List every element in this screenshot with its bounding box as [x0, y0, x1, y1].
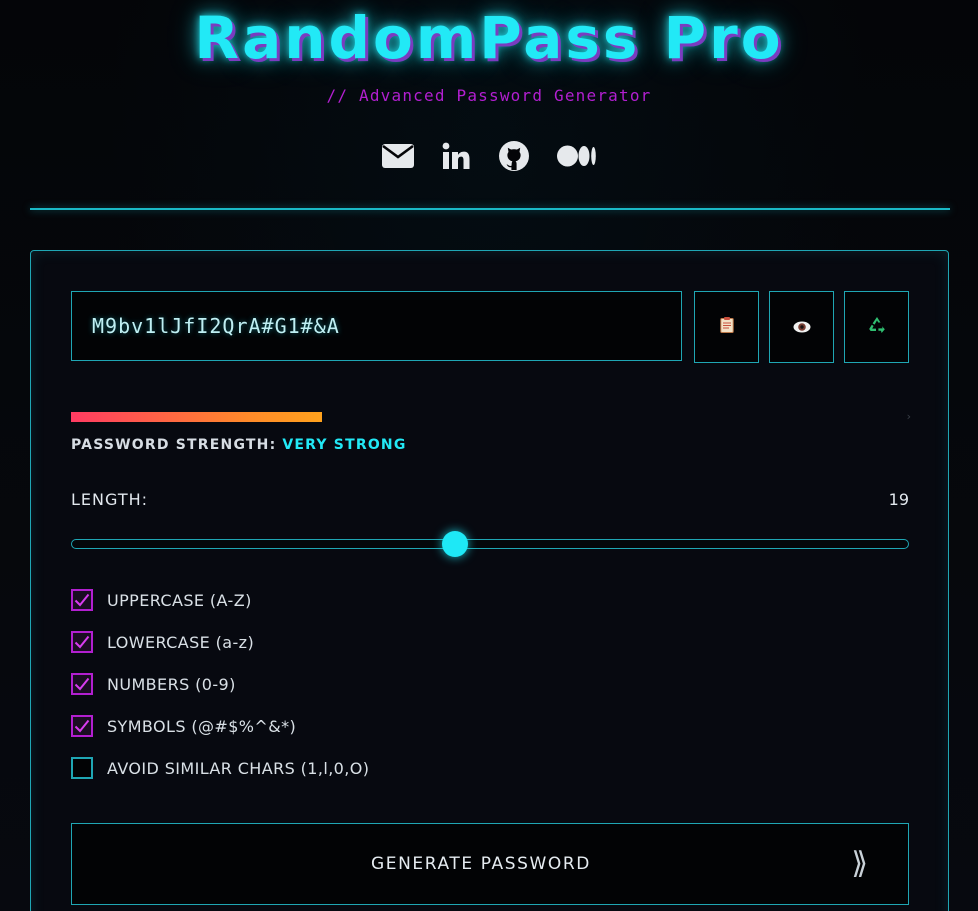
- generate-button-label: GENERATE PASSWORD: [370, 854, 591, 874]
- recycle-icon: [868, 316, 886, 338]
- numbers-checkbox[interactable]: [71, 673, 93, 695]
- length-label: LENGTH:: [71, 490, 149, 509]
- medium-link[interactable]: [557, 138, 597, 178]
- double-chevron-right-icon: ⟫: [851, 846, 868, 881]
- lowercase-checkbox[interactable]: [71, 631, 93, 653]
- strength-meter-fill: [71, 412, 323, 422]
- option-symbols[interactable]: SYMBOLS (@#$%^&*): [71, 705, 909, 747]
- option-label: AVOID SIMILAR CHARS (1,l,0,O): [107, 758, 370, 778]
- regenerate-button[interactable]: [844, 291, 909, 363]
- linkedin-icon: [442, 142, 470, 174]
- social-links: [0, 138, 978, 178]
- option-label: SYMBOLS (@#$%^&*): [107, 716, 297, 736]
- strength-label: PASSWORD STRENGTH: VERY STRONG: [71, 437, 407, 453]
- checkmark-icon: [74, 593, 90, 607]
- email-link[interactable]: [378, 138, 418, 178]
- checkmark-icon: [74, 677, 90, 691]
- length-slider-track[interactable]: [71, 539, 909, 549]
- checkmark-icon: [74, 635, 90, 649]
- options-list: UPPERCASE (A-Z) LOWERCASE (a-z) NUMBERS …: [71, 579, 909, 789]
- github-icon: [498, 140, 530, 176]
- checkmark-icon: [74, 719, 90, 733]
- avoid-similar-checkbox[interactable]: [71, 757, 93, 779]
- linkedin-link[interactable]: [436, 138, 476, 178]
- reveal-button[interactable]: [769, 291, 834, 363]
- option-lowercase[interactable]: LOWERCASE (a-z): [71, 621, 909, 663]
- length-value: 19: [888, 490, 909, 509]
- option-avoid-similar[interactable]: AVOID SIMILAR CHARS (1,l,0,O): [71, 747, 909, 789]
- copy-button[interactable]: [694, 291, 759, 363]
- app-title: RandomPass Pro: [194, 4, 784, 72]
- option-label: NUMBERS (0-9): [107, 674, 236, 694]
- clipboard-icon: [719, 317, 734, 337]
- strength-meter-end: ›: [906, 410, 911, 423]
- uppercase-checkbox[interactable]: [71, 589, 93, 611]
- option-uppercase[interactable]: UPPERCASE (A-Z): [71, 579, 909, 621]
- medium-icon: [557, 145, 597, 171]
- length-slider[interactable]: [71, 531, 909, 557]
- envelope-icon: [382, 144, 414, 172]
- strength-meter: ›: [71, 410, 911, 423]
- password-output[interactable]: M9bv1lJfI2QrA#G1#&A: [71, 291, 682, 361]
- github-link[interactable]: [494, 138, 534, 178]
- strength-value: VERY STRONG: [282, 437, 407, 453]
- option-label: LOWERCASE (a-z): [107, 632, 255, 652]
- generate-button[interactable]: GENERATE PASSWORD ⟫: [71, 823, 909, 905]
- app-page: RandomPass Pro // Advanced Password Gene…: [0, 0, 978, 911]
- eye-icon: [793, 318, 811, 337]
- password-text[interactable]: M9bv1lJfI2QrA#G1#&A: [92, 314, 340, 338]
- option-label: UPPERCASE (A-Z): [107, 590, 252, 610]
- generator-card: M9bv1lJfI2QrA#G1#&A › PASSWORD STRENGTH:…: [30, 250, 949, 911]
- app-subtitle: // Advanced Password Generator: [326, 86, 652, 105]
- symbols-checkbox[interactable]: [71, 715, 93, 737]
- strength-label-text: PASSWORD STRENGTH:: [71, 437, 277, 453]
- header-divider: [30, 208, 950, 210]
- option-numbers[interactable]: NUMBERS (0-9): [71, 663, 909, 705]
- length-slider-thumb[interactable]: [442, 531, 468, 557]
